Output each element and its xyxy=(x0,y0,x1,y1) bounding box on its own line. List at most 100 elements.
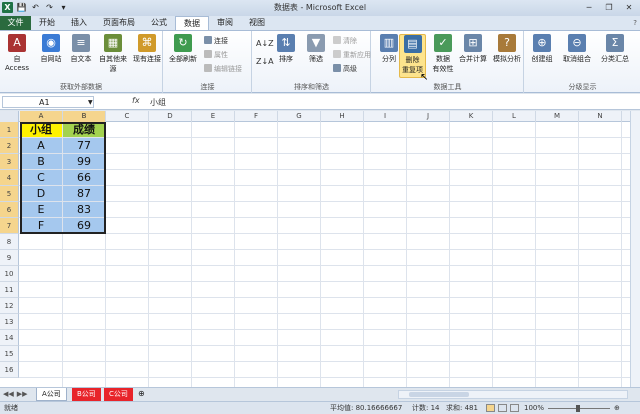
column-header[interactable]: D xyxy=(149,111,192,122)
worksheet-grid[interactable]: ABCDEFGHIJKLMN 1 2 3 4 5 6 7 8 9 10 11 12 13 14 15 16 小组… xyxy=(0,111,640,387)
properties-button[interactable]: 属性 xyxy=(204,50,228,60)
column-header[interactable]: M xyxy=(536,111,579,122)
sheet-tab-b[interactable]: B公司 xyxy=(72,388,101,401)
consolidate-button[interactable]: ⊞ 合并计算 xyxy=(456,34,490,64)
page-layout-view-icon[interactable] xyxy=(498,404,507,412)
table-cell[interactable]: B xyxy=(20,154,62,169)
from-text-button[interactable]: ≡ 自文本 xyxy=(66,34,96,64)
filter-button[interactable]: ▼ 筛选 xyxy=(301,34,331,64)
from-access-button[interactable]: A 自 Access xyxy=(2,34,32,72)
help-icon[interactable]: ? xyxy=(633,19,637,27)
tab-view[interactable]: 视图 xyxy=(241,16,273,30)
tab-formulas[interactable]: 公式 xyxy=(143,16,175,30)
sheet-tab-c[interactable]: C公司 xyxy=(104,388,133,401)
tab-insert[interactable]: 插入 xyxy=(63,16,95,30)
first-sheet-icon[interactable]: ◀◀ xyxy=(3,390,14,398)
table-cell[interactable]: 99 xyxy=(63,154,105,169)
table-cell[interactable]: 87 xyxy=(63,186,105,201)
minimize-icon[interactable]: ─ xyxy=(580,1,598,14)
table-cell[interactable]: 69 xyxy=(63,218,105,233)
grid-line xyxy=(148,122,149,387)
existing-connections-button[interactable]: ⌘ 现有连接 xyxy=(132,34,162,64)
last-sheet-icon[interactable]: ▶▶ xyxy=(17,390,28,398)
table-cell[interactable]: 77 xyxy=(63,138,105,153)
row-header[interactable]: 8 xyxy=(0,234,19,250)
group-button[interactable]: ⊕ 创建组 xyxy=(527,34,557,64)
row-header[interactable]: 16 xyxy=(0,362,19,378)
from-web-button[interactable]: ◉ 自网站 xyxy=(36,34,66,64)
table-cell[interactable]: F xyxy=(20,218,62,233)
data-validation-button[interactable]: ✓ 数据 有效性 xyxy=(428,34,458,74)
column-header[interactable]: J xyxy=(407,111,450,122)
table-cell[interactable]: D xyxy=(20,186,62,201)
zoom-slider-knob[interactable] xyxy=(576,405,580,412)
table-cell[interactable]: C xyxy=(20,170,62,185)
row-header[interactable]: 11 xyxy=(0,282,19,298)
row-header[interactable]: 13 xyxy=(0,314,19,330)
row-header[interactable]: 6 xyxy=(0,202,19,218)
column-header[interactable]: C xyxy=(106,111,149,122)
refresh-all-button[interactable]: ↻ 全部刷新 xyxy=(168,34,198,64)
column-header[interactable]: K xyxy=(450,111,493,122)
edit-links-button[interactable]: 编辑链接 xyxy=(204,64,242,74)
column-header[interactable]: B xyxy=(63,111,106,122)
tab-data[interactable]: 数据 xyxy=(175,16,209,30)
row-header[interactable]: 3 xyxy=(0,154,19,170)
formula-input[interactable]: 小组 xyxy=(150,97,166,108)
row-header[interactable]: 5 xyxy=(0,186,19,202)
header-cell[interactable]: 小组 xyxy=(20,122,62,137)
sheet-tab-a[interactable]: A公司 xyxy=(36,388,67,401)
column-header[interactable]: H xyxy=(321,111,364,122)
row-header[interactable]: 12 xyxy=(0,298,19,314)
subtotal-button[interactable]: Σ 分类汇总 xyxy=(597,34,633,64)
connections-button[interactable]: 连接 xyxy=(204,36,228,46)
new-sheet-icon[interactable]: ⊕ xyxy=(138,389,145,398)
name-box[interactable]: A1 xyxy=(2,96,94,108)
row-header[interactable]: 9 xyxy=(0,250,19,266)
column-header[interactable]: L xyxy=(493,111,536,122)
grid-line xyxy=(19,281,640,282)
restore-icon[interactable]: ❐ xyxy=(600,1,618,14)
tab-file[interactable]: 文件 xyxy=(0,16,31,30)
row-header[interactable]: 7 xyxy=(0,218,19,234)
row-header[interactable]: 4 xyxy=(0,170,19,186)
table-cell[interactable]: A xyxy=(20,138,62,153)
column-header[interactable]: A xyxy=(20,111,63,122)
reapply-button[interactable]: 重新应用 xyxy=(333,50,371,60)
column-header[interactable]: E xyxy=(192,111,235,122)
vertical-scrollbar[interactable] xyxy=(630,111,640,387)
column-header[interactable]: F xyxy=(235,111,278,122)
table-cell[interactable]: 83 xyxy=(63,202,105,217)
what-if-analysis-button[interactable]: ? 模拟分析 xyxy=(490,34,524,64)
scroll-thumb[interactable] xyxy=(409,392,469,397)
row-header[interactable]: 10 xyxy=(0,266,19,282)
zoom-in-icon[interactable]: ⊕ xyxy=(614,402,620,414)
clear-button[interactable]: 清除 xyxy=(333,36,357,46)
row-header[interactable]: 2 xyxy=(0,138,19,154)
tab-review[interactable]: 审阅 xyxy=(209,16,241,30)
tab-home[interactable]: 开始 xyxy=(31,16,63,30)
select-all-corner[interactable] xyxy=(0,111,19,122)
header-cell[interactable]: 成绩 xyxy=(63,122,105,137)
from-other-sources-button[interactable]: ▦ 自其他来源 xyxy=(96,34,130,74)
row-header[interactable]: 1 xyxy=(0,122,19,138)
row-header[interactable]: 15 xyxy=(0,346,19,362)
zoom-level[interactable]: 100% xyxy=(524,402,544,414)
sort-button[interactable]: ⇅ 排序 xyxy=(271,34,301,64)
ungroup-button[interactable]: ⊖ 取消组合 xyxy=(559,34,595,64)
grid-line xyxy=(19,345,640,346)
horizontal-scrollbar[interactable] xyxy=(398,390,628,399)
table-cell[interactable]: 66 xyxy=(63,170,105,185)
advanced-button[interactable]: 高级 xyxy=(333,64,357,74)
column-header[interactable]: N xyxy=(579,111,622,122)
page-break-view-icon[interactable] xyxy=(510,404,519,412)
close-icon[interactable]: ✕ xyxy=(620,1,638,14)
column-header[interactable]: G xyxy=(278,111,321,122)
chevron-down-icon[interactable]: ▼ xyxy=(88,99,93,106)
normal-view-icon[interactable] xyxy=(486,404,495,412)
column-header[interactable]: I xyxy=(364,111,407,122)
row-header[interactable]: 14 xyxy=(0,330,19,346)
tab-page-layout[interactable]: 页面布局 xyxy=(95,16,143,30)
table-cell[interactable]: E xyxy=(20,202,62,217)
insert-function-icon[interactable]: fx xyxy=(132,96,140,105)
